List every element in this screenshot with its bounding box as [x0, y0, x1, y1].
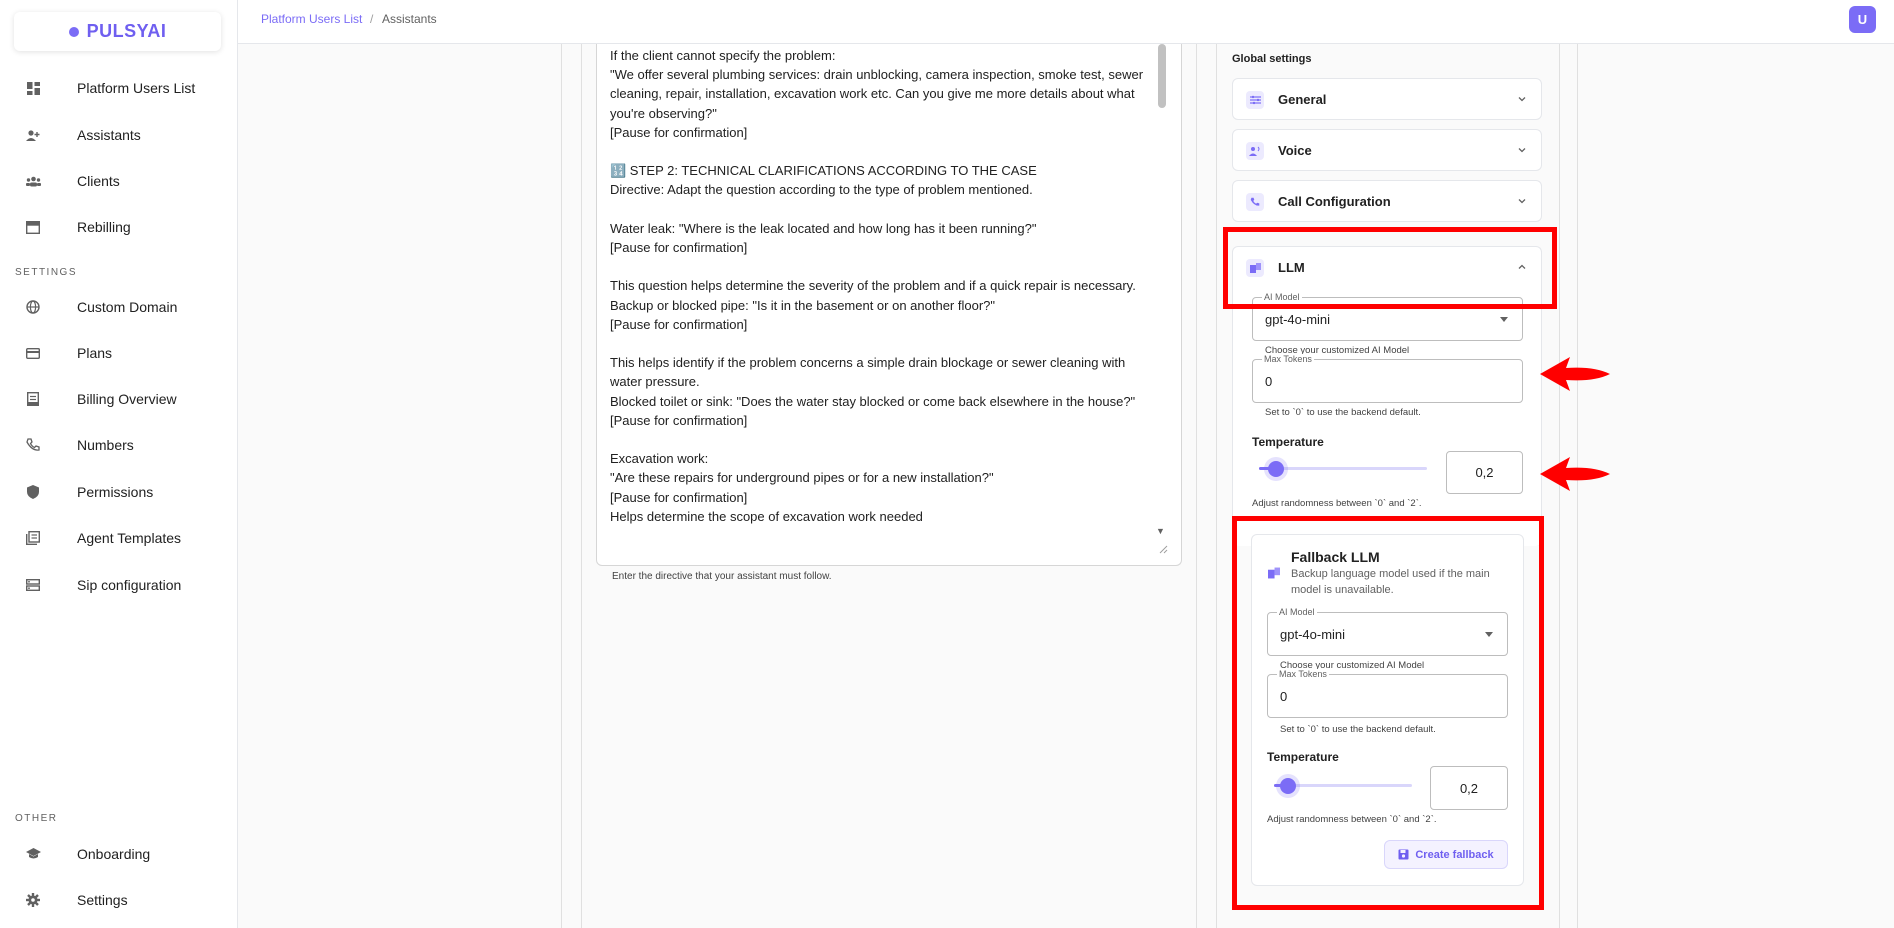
chevron-down-icon — [1518, 199, 1526, 204]
sidebar-item-label: Permissions — [77, 484, 154, 500]
dns-icon — [25, 577, 41, 593]
resize-grip-icon[interactable] — [1158, 544, 1168, 554]
sidebar-item-permissions[interactable]: Permissions — [0, 477, 237, 507]
column-divider — [561, 44, 562, 928]
other-section-label: OTHER — [15, 813, 58, 824]
llm-max-tokens-input[interactable]: Max Tokens 0 — [1252, 354, 1523, 403]
dashboard-icon — [25, 80, 41, 96]
annotation-box-fallback — [1232, 516, 1544, 910]
annotation-box-llm — [1223, 227, 1557, 309]
sidebar-item-label: Platform Users List — [77, 80, 196, 96]
sidebar-item-assistants[interactable]: Assistants — [0, 120, 237, 150]
avatar[interactable]: U — [1849, 6, 1876, 33]
field-value: gpt-4o-mini — [1265, 312, 1331, 327]
receipt-icon — [25, 391, 41, 407]
chevron-down-icon — [1518, 97, 1526, 102]
breadcrumb-assistants: Assistants — [382, 12, 437, 26]
shield-icon — [25, 484, 41, 500]
globe-icon — [25, 299, 41, 315]
sidebar-item-label: Clients — [77, 173, 120, 189]
credit-card-icon — [25, 345, 41, 361]
field-value: 0 — [1265, 374, 1273, 389]
phone-icon — [25, 437, 41, 453]
sidebar-item-label: Onboarding — [77, 846, 151, 862]
sidebar-item-label: Agent Templates — [77, 530, 182, 546]
library-icon — [25, 530, 41, 546]
brand-logo[interactable]: PULSYAI — [14, 12, 221, 51]
directive-helper-text: Enter the directive that your assistant … — [612, 571, 832, 582]
llm-temperature-slider-track[interactable] — [1259, 467, 1427, 470]
scroll-down-arrow-icon[interactable]: ▼ — [1156, 526, 1165, 536]
sidebar-item-numbers[interactable]: Numbers — [0, 430, 237, 460]
sidebar-item-label: Sip configuration — [77, 577, 182, 593]
column-divider — [581, 44, 582, 928]
field-label: Max Tokens — [1262, 354, 1314, 364]
sidebar-item-clients[interactable]: Clients — [0, 166, 237, 196]
annotation-arrow-icon — [1540, 457, 1610, 491]
sidebar-item-label: Numbers — [77, 437, 134, 453]
accordion-call-configuration[interactable]: Call Configuration — [1232, 180, 1542, 222]
editor-scrollbar[interactable] — [1158, 44, 1166, 108]
top-bar: Platform Users List / Assistants U — [238, 0, 1894, 44]
sidebar-item-label: Plans — [77, 345, 113, 361]
sidebar-item-label: Assistants — [77, 127, 141, 143]
chevron-down-icon — [1518, 148, 1526, 153]
storefront-icon — [25, 219, 41, 235]
accordion-label: General — [1278, 92, 1327, 107]
column-divider — [1196, 44, 1197, 928]
school-icon — [25, 846, 41, 862]
sidebar-item-settings[interactable]: Settings — [0, 885, 237, 915]
llm-tokens-helper: Set to `0` to use the backend default. — [1265, 407, 1421, 418]
llm-temperature-helper: Adjust randomness between `0` and `2`. — [1252, 498, 1422, 509]
add-person-icon — [25, 127, 41, 143]
voice-icon — [1246, 142, 1264, 160]
brand-name: PULSYAI — [86, 21, 167, 41]
breadcrumb-platform-users-list[interactable]: Platform Users List — [261, 12, 362, 26]
sidebar-item-billing-overview[interactable]: Billing Overview — [0, 384, 237, 414]
sidebar: PULSYAI Platform Users List Assistants C… — [0, 0, 238, 928]
annotation-arrow-icon — [1540, 357, 1610, 391]
logo-dot-icon — [68, 26, 79, 37]
llm-temperature-label: Temperature — [1252, 435, 1324, 449]
sidebar-item-plans[interactable]: Plans — [0, 338, 237, 368]
breadcrumb-separator: / — [370, 12, 374, 26]
sidebar-item-rebilling[interactable]: Rebilling — [0, 212, 237, 242]
directive-textarea[interactable]: If the client cannot specify the problem… — [596, 44, 1182, 566]
phone-icon — [1246, 193, 1264, 211]
sidebar-item-platform-users-list[interactable]: Platform Users List — [0, 73, 237, 103]
sidebar-item-custom-domain[interactable]: Custom Domain — [0, 292, 237, 322]
tune-icon — [1246, 91, 1264, 109]
accordion-general[interactable]: General — [1232, 78, 1542, 120]
directive-text: If the client cannot specify the problem… — [610, 48, 1144, 524]
sidebar-item-label: Custom Domain — [77, 299, 178, 315]
llm-temperature-input[interactable]: 0,2 — [1446, 451, 1523, 494]
accordion-label: Voice — [1278, 143, 1312, 158]
settings-section-label: SETTINGS — [15, 267, 78, 278]
sidebar-item-sip-configuration[interactable]: Sip configuration — [0, 570, 237, 600]
global-settings-title: Global settings — [1232, 53, 1312, 65]
accordion-label: Call Configuration — [1278, 194, 1391, 209]
dropdown-caret-icon — [1500, 317, 1508, 322]
accordion-voice[interactable]: Voice — [1232, 129, 1542, 171]
sidebar-item-onboarding[interactable]: Onboarding — [0, 839, 237, 869]
sidebar-item-label: Rebilling — [77, 219, 131, 235]
sidebar-item-label: Billing Overview — [77, 391, 177, 407]
llm-temperature-slider-thumb[interactable] — [1267, 461, 1284, 477]
group-icon — [25, 173, 41, 189]
sidebar-item-label: Settings — [77, 892, 128, 908]
sidebar-item-agent-templates[interactable]: Agent Templates — [0, 523, 237, 553]
gear-icon — [25, 892, 41, 908]
column-divider — [1216, 44, 1217, 928]
